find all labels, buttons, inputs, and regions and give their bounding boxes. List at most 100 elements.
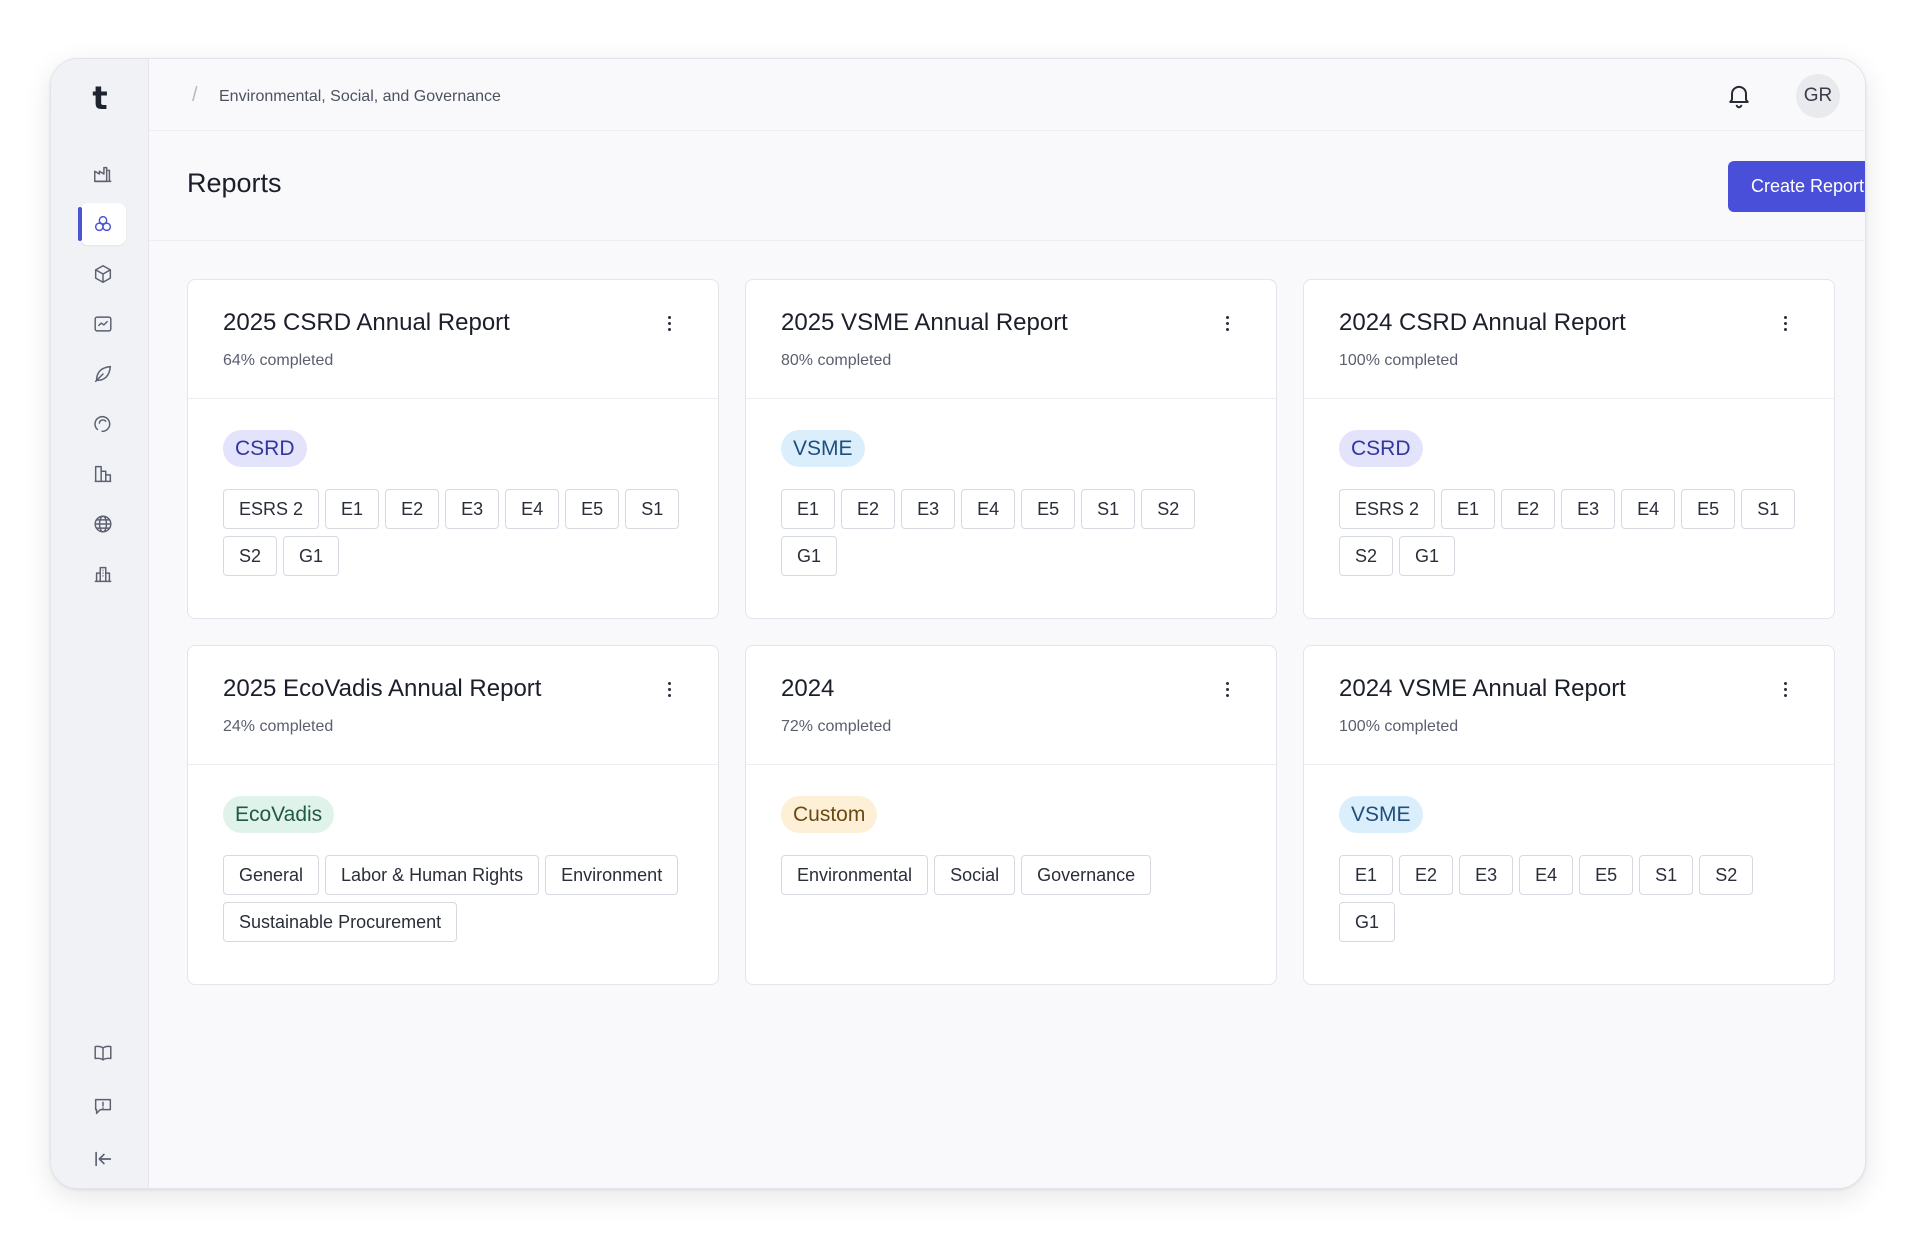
section-tag[interactable]: Sustainable Procurement (223, 902, 458, 942)
office-building-icon (94, 566, 112, 583)
section-tag[interactable]: General (223, 855, 320, 895)
bell-icon (1729, 85, 1749, 109)
section-tag[interactable]: Environmental (781, 855, 929, 895)
report-card-header: 2025 CSRD Annual Report 64% completed (188, 280, 718, 399)
chart-image-icon (94, 316, 112, 332)
framework-badge: CSRD (223, 430, 307, 467)
section-tag[interactable]: E3 (1561, 489, 1616, 529)
section-tag[interactable]: Environment (545, 855, 679, 895)
sidebar-item-feedback[interactable] (80, 1085, 126, 1127)
section-tag[interactable]: E1 (1441, 489, 1496, 529)
more-options-icon[interactable] (1778, 676, 1792, 702)
section-tag[interactable]: G1 (283, 536, 340, 576)
sidebar-item-docs[interactable] (80, 1032, 126, 1074)
section-tag[interactable]: Social (934, 855, 1016, 895)
sidebar-item-collapse[interactable] (80, 1138, 126, 1180)
notifications-button[interactable] (1725, 81, 1753, 109)
more-options-icon[interactable] (1778, 310, 1792, 336)
report-card[interactable]: 2024 72% completed Custom Environmental S… (745, 645, 1277, 985)
report-progress: 100% completed (1339, 352, 1459, 369)
section-tag[interactable]: S1 (625, 489, 680, 529)
page-header: Reports Create Report (149, 131, 1865, 241)
more-options-icon[interactable] (662, 676, 676, 702)
avatar[interactable]: GR (1796, 74, 1840, 118)
report-card-header: 2024 CSRD Annual Report 100% completed (1304, 280, 1834, 399)
breadcrumb-separator: / (192, 84, 198, 106)
report-title[interactable]: 2025 VSME Annual Report (781, 309, 1068, 337)
report-title[interactable]: 2024 CSRD Annual Report (1339, 309, 1626, 337)
section-tag[interactable]: S2 (223, 536, 278, 576)
create-report-button[interactable]: Create Report (1728, 161, 1865, 212)
page-title: Reports (187, 168, 282, 198)
sidebar-item-analytics[interactable] (80, 303, 126, 345)
section-tag[interactable]: Labor & Human Rights (325, 855, 540, 895)
section-tag[interactable]: E4 (1519, 855, 1574, 895)
section-tag[interactable]: E1 (1339, 855, 1394, 895)
breadcrumb[interactable]: Environmental, Social, and Governance (219, 88, 501, 106)
section-tag[interactable]: E4 (961, 489, 1016, 529)
report-title[interactable]: 2024 VSME Annual Report (1339, 675, 1626, 703)
section-tag[interactable]: E1 (781, 489, 836, 529)
section-tag[interactable]: S1 (1081, 489, 1136, 529)
section-tag[interactable]: S1 (1639, 855, 1694, 895)
report-title[interactable]: 2024 (781, 675, 834, 703)
section-tag[interactable]: ESRS 2 (223, 489, 320, 529)
report-title[interactable]: 2025 EcoVadis Annual Report (223, 675, 541, 703)
section-tag[interactable]: G1 (1339, 902, 1396, 942)
section-tag[interactable]: E3 (901, 489, 956, 529)
section-tag[interactable]: S2 (1339, 536, 1394, 576)
section-tag[interactable]: E5 (565, 489, 620, 529)
report-card-body: VSME E1 E2 E3 E4 E5 S1 S2 G1 (781, 430, 1241, 576)
buildings-icon (94, 465, 112, 483)
more-options-icon[interactable] (1220, 676, 1234, 702)
section-tag[interactable]: G1 (781, 536, 838, 576)
framework-badge: Custom (781, 796, 878, 833)
more-options-icon[interactable] (1220, 310, 1234, 336)
app-window: t / Environmental, Social, and Governanc… (50, 58, 1866, 1189)
report-card[interactable]: 2024 CSRD Annual Report 100% completed C… (1303, 279, 1835, 619)
sidebar-item-products[interactable] (80, 253, 126, 295)
section-tag[interactable]: E3 (1459, 855, 1514, 895)
section-tag[interactable]: E3 (445, 489, 500, 529)
report-card-body: EcoVadis General Labor & Human Rights Envi… (223, 796, 683, 942)
section-tag[interactable]: S1 (1741, 489, 1796, 529)
section-tag[interactable]: E2 (841, 489, 896, 529)
section-tag-list: E1 E2 E3 E4 E5 S1 S2 G1 (781, 489, 1241, 576)
section-tag[interactable]: E4 (505, 489, 560, 529)
section-tag[interactable]: E4 (1621, 489, 1676, 529)
report-card-header: 2024 VSME Annual Report 100% completed (1304, 646, 1834, 765)
report-card[interactable]: 2025 EcoVadis Annual Report 24% complete… (187, 645, 719, 985)
report-title[interactable]: 2025 CSRD Annual Report (223, 309, 510, 337)
section-tag[interactable]: E5 (1021, 489, 1076, 529)
sidebar-item-cycle[interactable] (80, 403, 126, 445)
sidebar-item-factory[interactable] (80, 153, 126, 195)
sidebar-item-organization[interactable] (80, 553, 126, 595)
sidebar-item-buildings[interactable] (80, 453, 126, 495)
sidebar-item-sustainability[interactable] (80, 353, 126, 395)
section-tag[interactable]: E2 (385, 489, 440, 529)
section-tag[interactable]: E5 (1579, 855, 1634, 895)
sidebar-item-global[interactable] (80, 503, 126, 545)
section-tag-list: General Labor & Human Rights Environment Su… (223, 855, 683, 942)
feedback-icon (94, 1098, 112, 1115)
report-progress: 72% completed (781, 718, 892, 735)
section-tag[interactable]: E2 (1501, 489, 1556, 529)
section-tag[interactable]: E1 (325, 489, 380, 529)
section-tag[interactable]: ESRS 2 (1339, 489, 1436, 529)
report-card[interactable]: 2025 VSME Annual Report 80% completed VS… (745, 279, 1277, 619)
section-tag[interactable]: Governance (1021, 855, 1152, 895)
globe-icon (94, 515, 112, 533)
report-card[interactable]: 2024 VSME Annual Report 100% completed V… (1303, 645, 1835, 985)
cube-icon (94, 265, 112, 283)
app-logo[interactable]: t (51, 79, 149, 117)
more-options-icon[interactable] (662, 310, 676, 336)
section-tag[interactable]: S2 (1699, 855, 1754, 895)
report-card[interactable]: 2025 CSRD Annual Report 64% completed CS… (187, 279, 719, 619)
section-tag[interactable]: E5 (1681, 489, 1736, 529)
section-tag[interactable]: S2 (1141, 489, 1196, 529)
section-tag[interactable]: G1 (1399, 536, 1456, 576)
framework-badge: EcoVadis (223, 796, 335, 833)
sidebar-item-esg[interactable] (78, 203, 126, 245)
section-tag[interactable]: E2 (1399, 855, 1454, 895)
report-card-body: VSME E1 E2 E3 E4 E5 S1 S2 G1 (1339, 796, 1799, 942)
